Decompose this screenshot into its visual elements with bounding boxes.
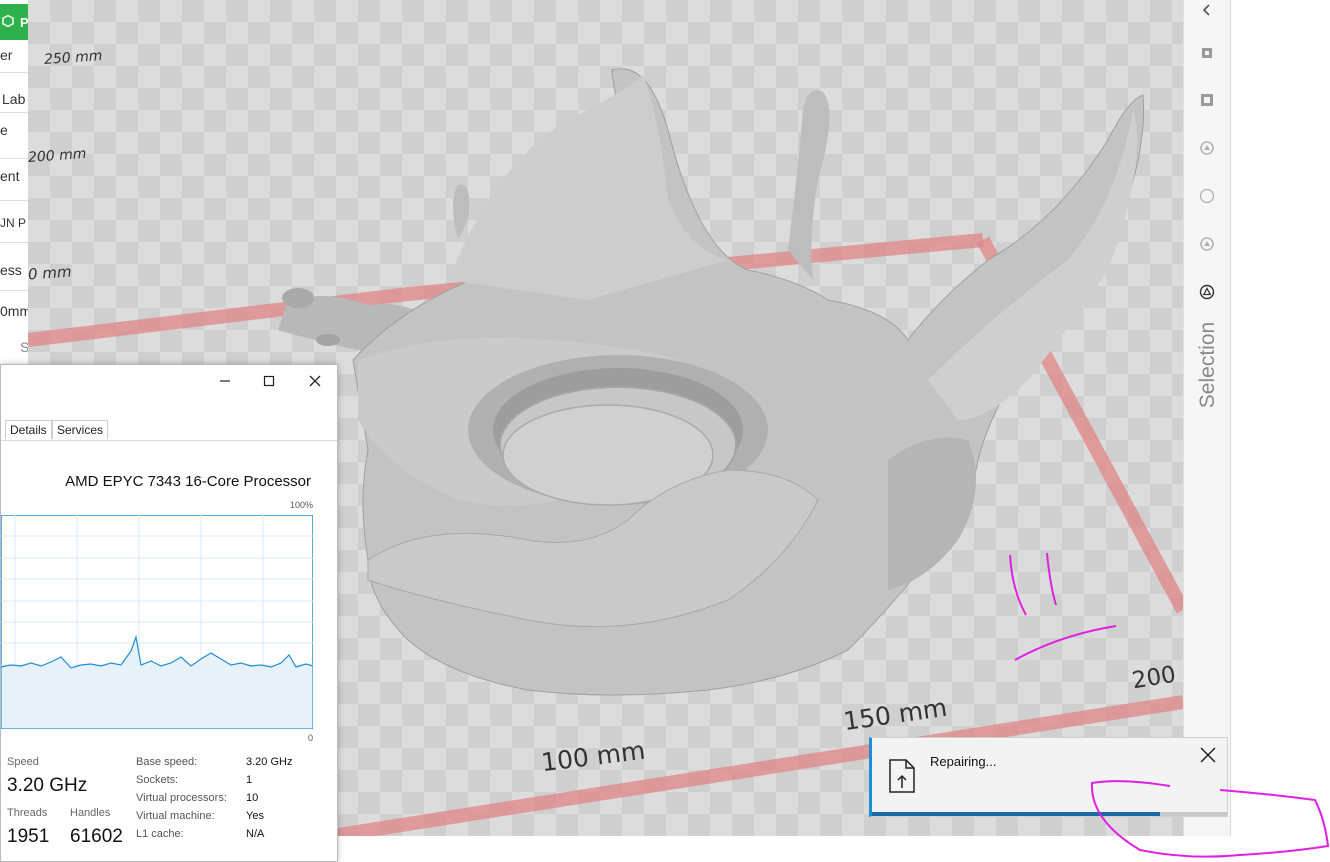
- task-manager-tabs: Details Services: [1, 420, 337, 441]
- virtual-processors-value: 10: [246, 792, 259, 804]
- right-toolbar: [1183, 0, 1231, 836]
- 3d-model[interactable]: [278, 68, 1145, 696]
- close-icon[interactable]: [1197, 744, 1219, 766]
- task-manager-window[interactable]: Details Services AMD EPYC 7343 16-Core P…: [0, 364, 338, 862]
- graph-min-label: 0: [307, 733, 313, 743]
- minimize-icon[interactable]: [205, 369, 245, 393]
- repair-progress-track: [872, 812, 1227, 816]
- axis-label-0: 0 mm: [28, 262, 73, 284]
- panel-item-6[interactable]: 0mm: [0, 303, 28, 319]
- panel-item-2[interactable]: e: [0, 122, 8, 138]
- sockets-label: Sockets:: [136, 774, 179, 786]
- maximize-icon[interactable]: [249, 369, 289, 393]
- l1-cache-value: N/A: [246, 828, 265, 840]
- virtual-machine-label: Virtual machine:: [136, 810, 215, 822]
- brand-bar: P: [0, 4, 28, 40]
- close-icon[interactable]: [295, 369, 335, 393]
- repair-progress-fill: [872, 812, 1160, 816]
- panel-item-5[interactable]: ess: [0, 262, 22, 278]
- handles-value: 61602: [70, 826, 123, 847]
- left-app-panel: P er Lab e ent JN P ess 0mm S: [0, 0, 29, 370]
- support-icon[interactable]: [1197, 282, 1217, 302]
- panel-item-1[interactable]: Lab: [2, 91, 25, 107]
- cpu-usage-graph: [1, 515, 313, 729]
- base-speed-value: 3.20 GHz: [246, 756, 293, 768]
- speed-label: Speed: [7, 756, 39, 768]
- scale-icon[interactable]: [1197, 90, 1217, 110]
- logo-hex-icon: [2, 15, 14, 27]
- selection-label-text: Selection: [1196, 321, 1219, 409]
- panel-item-3[interactable]: ent: [0, 168, 19, 184]
- threads-value: 1951: [7, 826, 50, 847]
- virtual-processors-label: Virtual processors:: [136, 792, 227, 804]
- panel-item-0[interactable]: er: [0, 47, 12, 63]
- circle-icon[interactable]: [1197, 186, 1217, 206]
- panel-item-4[interactable]: JN P: [0, 216, 26, 230]
- graph-max-label: 100%: [289, 500, 313, 510]
- repair-status-text: Repairing...: [930, 754, 997, 769]
- file-upload-icon: [889, 759, 915, 793]
- speed-value: 3.20 GHz: [7, 775, 88, 796]
- mirror-icon[interactable]: [1197, 234, 1217, 254]
- tab-services[interactable]: Services: [52, 420, 109, 439]
- handles-label: Handles: [70, 807, 111, 819]
- virtual-machine-value: Yes: [246, 810, 264, 822]
- move-icon[interactable]: [1197, 43, 1217, 63]
- threads-label: Threads: [7, 807, 48, 819]
- cpu-name: AMD EPYC 7343 16-Core Processor: [65, 473, 311, 490]
- base-speed-label: Base speed:: [136, 756, 198, 768]
- l1-cache-label: L1 cache:: [136, 828, 184, 840]
- tab-details[interactable]: Details: [5, 420, 52, 439]
- rotate-icon[interactable]: [1197, 138, 1217, 158]
- selection-panel-label[interactable]: Selection: [1196, 315, 1220, 415]
- chevron-left-icon[interactable]: [1197, 0, 1217, 20]
- sockets-value: 1: [246, 774, 253, 786]
- repair-notification: Repairing...: [869, 737, 1228, 817]
